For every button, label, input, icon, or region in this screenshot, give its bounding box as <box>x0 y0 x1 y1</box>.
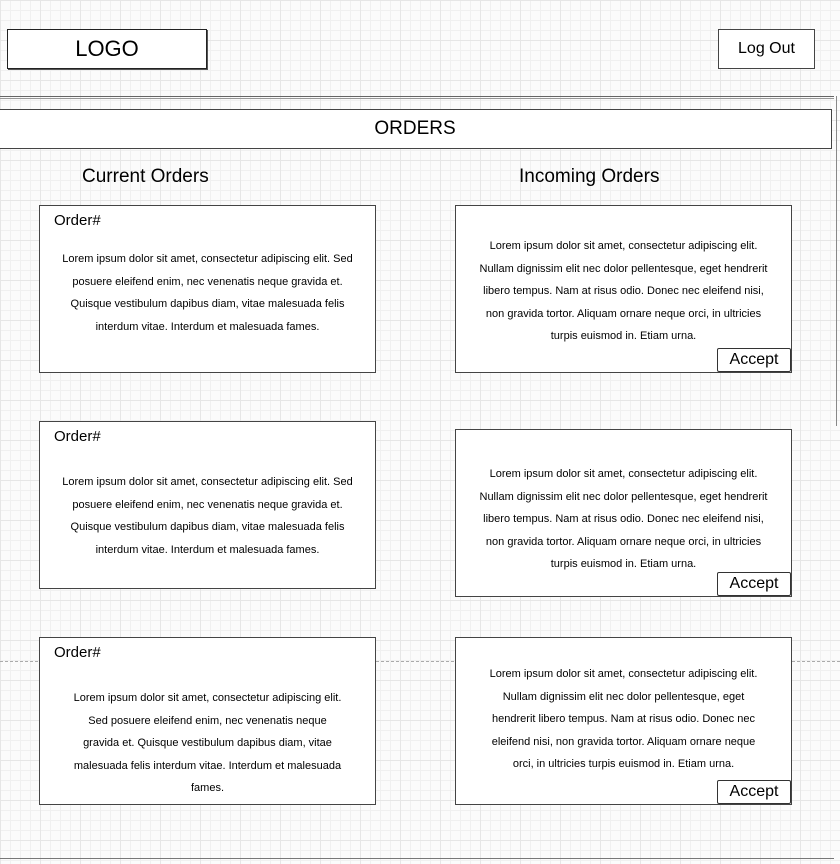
order-description: Lorem ipsum dolor sit amet, consectetur … <box>73 692 342 795</box>
right-edge-line <box>836 96 837 426</box>
accept-button[interactable]: Accept <box>717 572 791 596</box>
order-number-label: Order# <box>54 212 101 229</box>
accept-button[interactable]: Accept <box>717 780 791 804</box>
current-orders-title: Current Orders <box>82 166 209 187</box>
logout-label: Log Out <box>738 40 795 57</box>
accept-label: Accept <box>729 575 779 592</box>
incoming-order-card: Lorem ipsum dolor sit amet, consectetur … <box>455 637 792 805</box>
page-title: ORDERS <box>374 118 456 139</box>
logout-button[interactable]: Log Out <box>718 29 815 69</box>
order-number-label: Order# <box>54 428 101 445</box>
logo: LOGO <box>7 29 207 69</box>
bottom-divider <box>0 858 834 859</box>
current-order-card[interactable]: Order# Lorem ipsum dolor sit amet, conse… <box>39 637 376 805</box>
incoming-orders-title: Incoming Orders <box>519 166 660 187</box>
order-description: Lorem ipsum dolor sit amet, consectetur … <box>62 253 353 333</box>
guide-dashed-line-middle <box>376 661 454 662</box>
orders-banner: ORDERS <box>0 109 832 149</box>
accept-label: Accept <box>729 351 779 368</box>
logo-text: LOGO <box>75 36 139 61</box>
current-order-card[interactable]: Order# Lorem ipsum dolor sit amet, conse… <box>39 205 376 373</box>
order-number-label: Order# <box>54 644 101 661</box>
accept-button[interactable]: Accept <box>717 348 791 372</box>
incoming-order-card: Lorem ipsum dolor sit amet, consectetur … <box>455 205 792 373</box>
incoming-order-description: Lorem ipsum dolor sit amet, consectetur … <box>479 468 768 571</box>
guide-dashed-line-right <box>792 661 840 662</box>
incoming-order-card: Lorem ipsum dolor sit amet, consectetur … <box>455 429 792 597</box>
order-description: Lorem ipsum dolor sit amet, consectetur … <box>62 476 353 556</box>
accept-label: Accept <box>729 783 779 800</box>
header-divider-shadow <box>0 98 834 99</box>
incoming-order-description: Lorem ipsum dolor sit amet, consectetur … <box>479 240 768 343</box>
incoming-order-description: Lorem ipsum dolor sit amet, consectetur … <box>489 668 758 771</box>
header-divider <box>0 96 834 97</box>
current-order-card[interactable]: Order# Lorem ipsum dolor sit amet, conse… <box>39 421 376 589</box>
guide-dashed-line-left <box>0 661 38 662</box>
